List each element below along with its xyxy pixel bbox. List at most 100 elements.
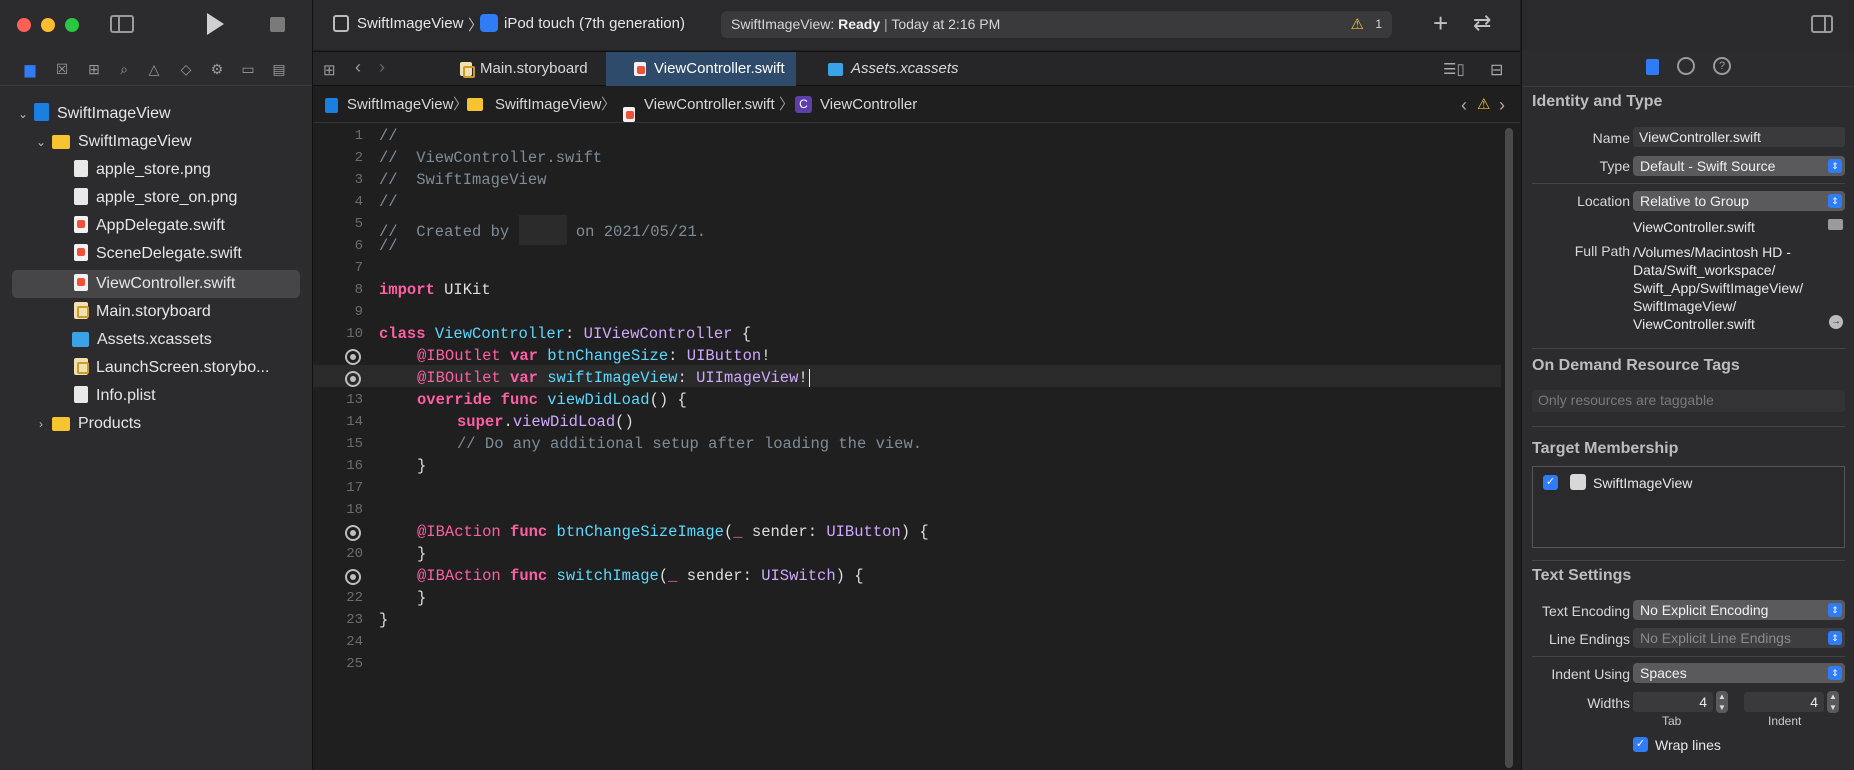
folder-icon[interactable] <box>1828 219 1843 230</box>
tab-assets[interactable]: Assets.xcassets <box>803 52 993 86</box>
code-token: @IBAction <box>417 567 501 585</box>
inspector-toggle-icon[interactable] <box>1811 15 1833 33</box>
close-window-button[interactable] <box>17 18 31 32</box>
previous-issue-icon[interactable]: ‹ <box>1461 87 1467 123</box>
warning-icon[interactable]: ⚠ <box>1477 87 1490 123</box>
next-issue-icon[interactable]: › <box>1499 87 1505 123</box>
test-diamond-icon[interactable]: ◇ <box>176 60 196 78</box>
warning-icon[interactable]: ⚠ <box>1351 11 1364 38</box>
chevron-right-icon[interactable]: › <box>34 410 48 438</box>
help-icon[interactable]: ? <box>1713 57 1731 75</box>
location-popup[interactable]: Relative to Group ⇕ <box>1633 191 1845 211</box>
indent-width-field[interactable]: 4 <box>1744 692 1824 712</box>
line-number: 3 <box>354 172 363 188</box>
source-control-icon[interactable]: ☒ <box>52 60 72 78</box>
tree-item-group[interactable]: ⌄ SwiftImageView <box>12 128 300 156</box>
code-line: // Do any additional setup after loading… <box>457 435 923 453</box>
hierarchy-icon[interactable]: ⊞ <box>84 60 104 78</box>
warning-count[interactable]: 1 <box>1375 11 1382 38</box>
tree-item-project[interactable]: ⌄ SwiftImageView <box>12 100 300 128</box>
breadcrumb-file[interactable]: ViewController.swift <box>644 87 775 123</box>
tree-item-label: apple_store_on.png <box>96 189 238 206</box>
tree-item-file-selected[interactable]: ViewController.swift <box>12 270 300 298</box>
divider <box>1532 426 1845 427</box>
outlet-connection-marker[interactable] <box>345 371 361 387</box>
indent-width-stepper[interactable]: ▲ ▼ <box>1827 691 1839 713</box>
tab-viewcontroller-swift[interactable]: ViewController.swift <box>606 52 796 86</box>
tree-item-file[interactable]: Assets.xcassets <box>12 326 300 354</box>
app-icon <box>480 14 498 32</box>
chevron-down-icon[interactable]: ⌄ <box>34 128 48 156</box>
field-label: Full Path <box>1574 243 1630 259</box>
breadcrumb-group[interactable]: SwiftImageView <box>495 87 601 123</box>
tree-item-file[interactable]: AppDelegate.swift <box>12 212 300 240</box>
add-icon[interactable]: + <box>1433 8 1448 39</box>
split-editor-icon[interactable]: ⊟ <box>1490 60 1503 80</box>
forward-arrow-icon[interactable]: › <box>379 57 385 78</box>
tab-width-field[interactable]: 4 <box>1633 692 1713 712</box>
grid-icon[interactable]: ⊞ <box>323 61 336 79</box>
scheme-selector[interactable]: SwiftImageView <box>357 15 463 32</box>
tree-item-file[interactable]: Info.plist <box>12 382 300 410</box>
breadcrumb-symbol[interactable]: ViewController <box>820 87 917 123</box>
name-field[interactable]: ViewController.swift <box>1633 127 1845 147</box>
status-time: Today at 2:16 PM <box>891 16 1001 32</box>
breadcrumb: SwiftImageView 〉 SwiftImageView 〉 ViewCo… <box>313 87 1520 123</box>
report-icon[interactable]: ▤ <box>269 60 289 78</box>
line-endings-popup[interactable]: No Explicit Line Endings ⇕ <box>1633 628 1845 648</box>
source-editor[interactable]: 1 2 3 4 5 6 7 8 9 10 12 13 14 15 16 17 1… <box>313 124 1520 770</box>
device-selector[interactable]: iPod touch (7th generation) <box>504 15 685 32</box>
path-line: /Volumes/Macintosh HD - <box>1633 244 1791 260</box>
breakpoint-tag-icon[interactable]: ▭ <box>238 60 258 78</box>
indent-popup[interactable]: Spaces ⇕ <box>1633 663 1845 683</box>
tree-item-file[interactable]: apple_store_on.png <box>12 184 300 212</box>
status-state: Ready <box>838 16 881 32</box>
editor-scrollbar[interactable] <box>1505 128 1513 768</box>
code-review-icon[interactable]: ⇄ <box>1473 10 1491 36</box>
popup-value: Relative to Group <box>1640 193 1749 209</box>
chevron-right-icon: 〉 <box>453 96 469 113</box>
tree-item-file[interactable]: Main.storyboard <box>12 298 300 326</box>
code-token: ( <box>658 567 669 585</box>
file-inspector-icon[interactable] <box>1646 59 1659 75</box>
tree-item-file[interactable]: apple_store.png <box>12 156 300 184</box>
status-app-name: SwiftImageView: <box>731 16 835 32</box>
action-connection-marker[interactable] <box>345 525 361 541</box>
search-icon[interactable]: ⌕ <box>114 60 134 78</box>
tree-item-group[interactable]: › Products <box>12 410 300 438</box>
debug-gauge-icon[interactable]: ⚙ <box>207 60 227 78</box>
zoom-window-button[interactable] <box>65 18 79 32</box>
chevron-down-icon[interactable]: ⌄ <box>16 100 30 128</box>
code-line: } <box>417 457 427 475</box>
stop-button[interactable] <box>270 17 285 32</box>
tab-width-stepper[interactable]: ▲ ▼ <box>1716 691 1728 713</box>
code-token: UIButton <box>686 347 762 365</box>
back-arrow-icon[interactable]: ‹ <box>355 57 361 78</box>
breadcrumb-project[interactable]: SwiftImageView <box>347 87 453 123</box>
code-line: // <box>379 193 398 211</box>
tree-item-file[interactable]: SceneDelegate.swift <box>12 240 300 268</box>
issue-warning-icon[interactable]: △ <box>144 60 164 78</box>
indent-caption: Indent <box>1768 714 1802 728</box>
type-popup[interactable]: Default - Swift Source ⇕ <box>1633 156 1845 176</box>
encoding-popup[interactable]: No Explicit Encoding ⇕ <box>1633 600 1845 620</box>
resource-tags-field[interactable]: Only resources are taggable <box>1532 390 1845 412</box>
line-number: 15 <box>346 436 363 452</box>
run-button[interactable] <box>207 13 224 35</box>
code-token: . <box>503 413 513 431</box>
wrap-lines-checkbox[interactable]: ✓ <box>1633 737 1648 752</box>
target-checkbox[interactable]: ✓ <box>1543 475 1558 490</box>
folder-icon[interactable]: ▆ <box>20 60 40 78</box>
editor-options-icon[interactable]: ☰▯ <box>1443 60 1465 78</box>
reveal-arrow-icon[interactable]: → <box>1829 315 1843 329</box>
outlet-connection-marker[interactable] <box>345 349 361 365</box>
section-title: On Demand Resource Tags <box>1532 357 1740 374</box>
code-token: UIKit <box>434 281 491 299</box>
minimize-window-button[interactable] <box>41 18 55 32</box>
code-token: ) { <box>835 567 864 585</box>
tree-item-file[interactable]: LaunchScreen.storybo... <box>12 354 300 382</box>
line-number: 25 <box>346 656 363 672</box>
sidebar-toggle-icon[interactable] <box>110 15 134 33</box>
action-connection-marker[interactable] <box>345 569 361 585</box>
history-icon[interactable] <box>1677 57 1695 75</box>
